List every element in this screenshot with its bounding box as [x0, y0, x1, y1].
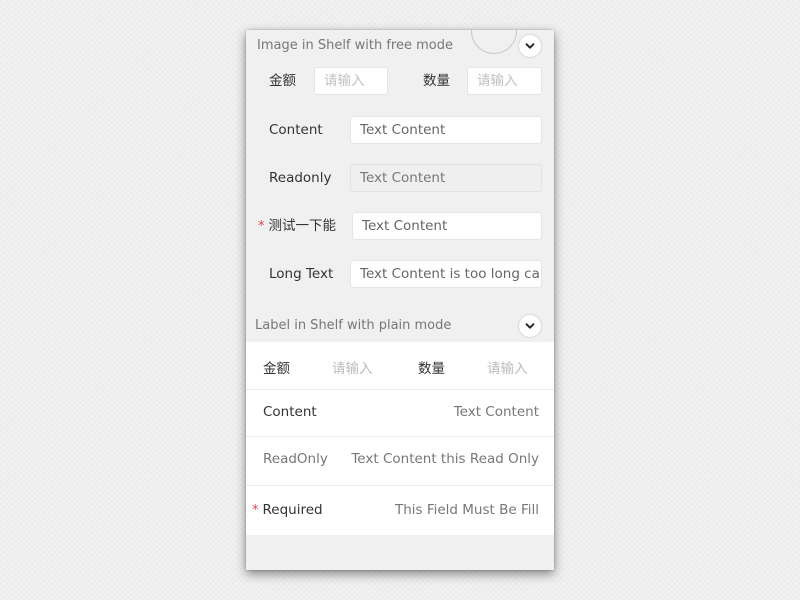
plain-section-title: Label in Shelf with plain mode	[255, 318, 452, 333]
required-mark: *	[252, 503, 259, 518]
content-input[interactable]: Text Content	[350, 116, 542, 144]
long-text-label: Long Text	[269, 266, 334, 282]
free-section-header: Image in Shelf with free mode	[246, 30, 554, 62]
test-input[interactable]: Text Content	[352, 212, 542, 240]
chevron-down-icon	[525, 43, 535, 49]
required-mark: *	[258, 219, 265, 234]
plain-readonly-label: ReadOnly	[263, 451, 328, 467]
quantity-label: 数量	[423, 73, 450, 89]
amount-label: 金额	[269, 73, 296, 89]
plain-required-label-wrap: * Required	[252, 502, 323, 518]
plain-section-header: Label in Shelf with plain mode	[246, 310, 554, 342]
plain-readonly-value: Text Content this Read Only	[351, 451, 539, 467]
plain-content-input[interactable]: Text Content	[454, 404, 539, 420]
plain-content-label: Content	[263, 404, 317, 420]
test-label: 测试一下能	[268, 218, 337, 234]
free-section-title: Image in Shelf with free mode	[257, 38, 453, 53]
app-frame: Image in Shelf with free mode 金额 请输入 数量 …	[246, 30, 554, 570]
quantity-input[interactable]: 请输入	[467, 67, 542, 95]
plain-required-input[interactable]: This Field Must Be Fill	[395, 502, 539, 518]
amount-input[interactable]: 请输入	[314, 67, 388, 95]
plain-row-amount: 金额 请输入 数量 请输入	[246, 342, 554, 390]
plain-row-content: Content Text Content	[246, 390, 554, 437]
plain-section-toggle[interactable]	[519, 315, 541, 337]
plain-row-required: * Required This Field Must Be Fill	[246, 486, 554, 535]
plain-amount-label: 金额	[263, 361, 290, 377]
free-section-toggle[interactable]	[519, 35, 541, 57]
plain-required-label: Required	[262, 502, 323, 518]
plain-amount-input[interactable]: 请输入	[332, 357, 373, 377]
readonly-label: Readonly	[269, 170, 332, 186]
test-label-wrap: * 测试一下能	[258, 212, 336, 241]
content-label: Content	[269, 122, 323, 138]
plain-row-readonly: ReadOnly Text Content this Read Only	[246, 437, 554, 486]
plain-quantity-label: 数量	[418, 361, 445, 377]
long-text-input[interactable]: Text Content is too long can not show al…	[350, 260, 542, 288]
readonly-input: Text Content	[350, 164, 542, 192]
plain-quantity-input[interactable]: 请输入	[487, 357, 528, 377]
chevron-down-icon	[525, 323, 535, 329]
